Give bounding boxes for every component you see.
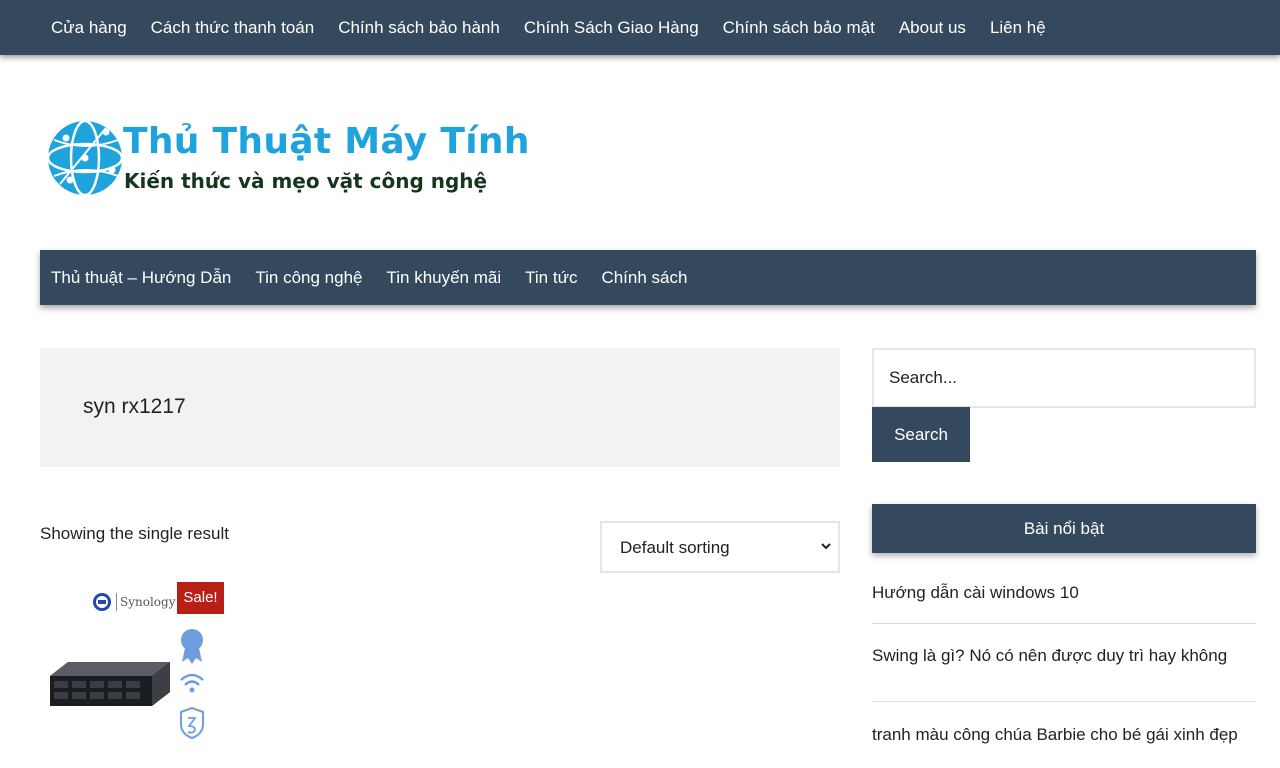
main-menu: Thủ thuật – Hướng Dẫn Tin công nghệ Tin … [40,250,1256,305]
top-menu-item-shop[interactable]: Cửa hàng [40,18,140,38]
featured-post-link[interactable]: Hướng dẫn cài windows 10 [872,560,1256,624]
result-count: Showing the single result [40,524,230,543]
top-navigation: Cửa hàng Cách thức thanh toán Chính sách… [0,0,1280,55]
nas-device-image [50,662,170,706]
top-menu: Cửa hàng Cách thức thanh toán Chính sách… [0,0,1280,55]
logo-title: Thủ Thuật Máy Tính [123,121,530,162]
top-menu-item-privacy[interactable]: Chính sách bảo mật [712,18,888,38]
featured-posts-list: Hướng dẫn cài windows 10 Swing là gì? Nó… [872,560,1256,768]
top-menu-item-about[interactable]: About us [888,18,979,38]
top-menu-item-payment[interactable]: Cách thức thanh toán [140,18,328,38]
main-menu-item-news[interactable]: Tin tức [514,268,590,288]
search-results-header: syn rx1217 [40,348,840,467]
brand-name: Synology [120,595,176,609]
top-menu-item-contact[interactable]: Liên hệ [979,18,1059,38]
featured-posts-heading: Bài nổi bật [872,504,1256,553]
featured-post-link[interactable]: tranh màu công chúa Barbie cho bé gái xi… [872,702,1256,768]
main-menu-item-policy[interactable]: Chính sách [590,268,700,288]
top-menu-item-shipping[interactable]: Chính Sách Giao Hàng [513,18,712,38]
search-button[interactable]: Search [872,407,970,462]
globe-icon [46,119,124,197]
featured-post-link[interactable]: Swing là gì? Nó có nên được duy trì hay … [872,624,1256,702]
sorting-select[interactable]: Default sorting [600,521,840,573]
product-card[interactable]: Synology Sale! [40,580,240,750]
sorting-selected-value: Default sorting [620,538,730,557]
page-title: syn rx1217 [83,395,186,418]
main-menu-item-promotions[interactable]: Tin khuyến mãi [375,268,514,288]
top-menu-item-warranty[interactable]: Chính sách bảo hành [327,18,513,38]
site-logo[interactable]: Thủ Thuật Máy Tính Kiến thức và mẹo vặt … [46,118,529,202]
main-navigation: Thủ thuật – Hướng Dẫn Tin công nghệ Tin … [40,250,1256,305]
main-menu-item-tips[interactable]: Thủ thuật – Hướng Dẫn [40,268,244,288]
chevron-down-icon [821,543,831,550]
search-input[interactable] [872,348,1256,408]
sale-badge: Sale! [177,582,224,614]
logo-tagline: Kiến thức và mẹo vặt công nghệ [124,169,488,193]
product-feature-badges-icon [180,629,204,740]
main-menu-item-tech-news[interactable]: Tin công nghệ [244,268,375,288]
